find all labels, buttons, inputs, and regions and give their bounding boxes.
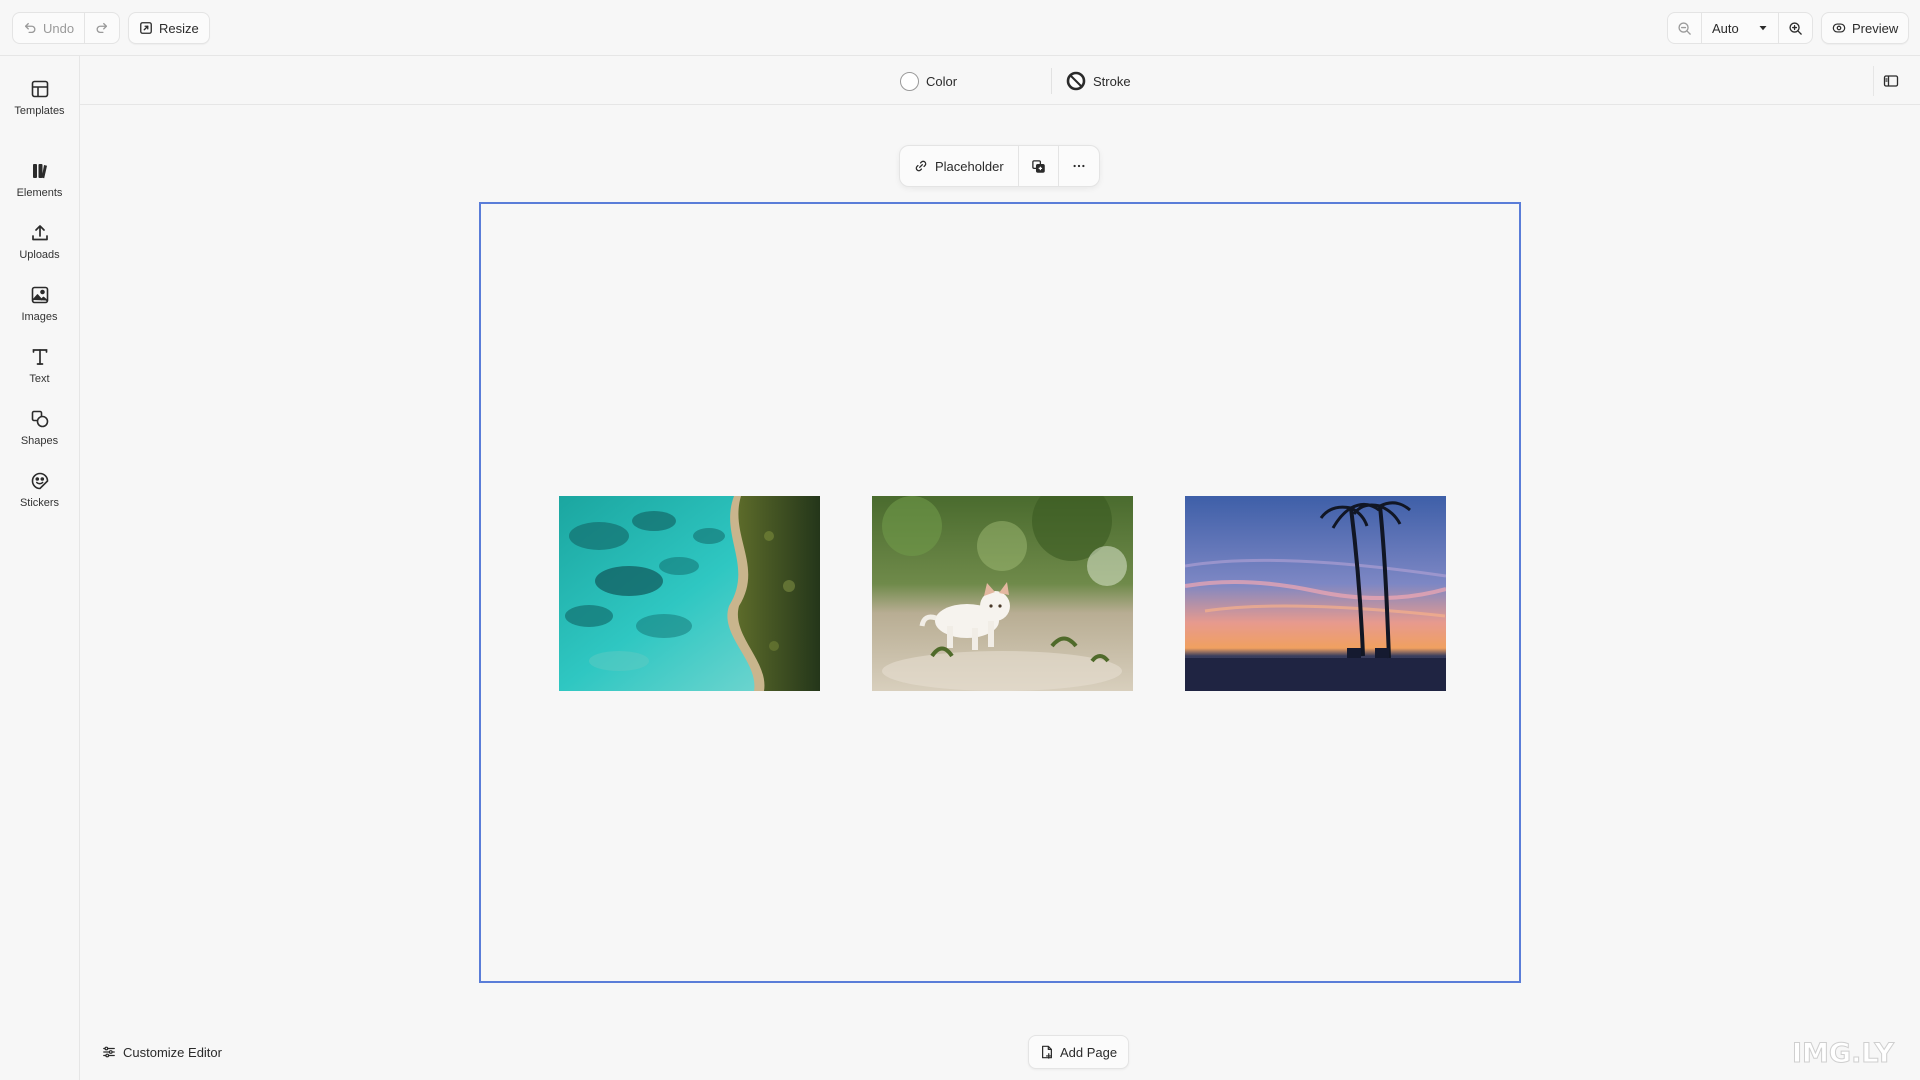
fill-color-control[interactable]: Color [894, 66, 963, 96]
undo-button[interactable]: Undo [13, 13, 84, 43]
sidebar-item-uploads[interactable]: Uploads [4, 214, 75, 270]
sticker-icon [31, 472, 48, 490]
templates-icon [31, 80, 48, 98]
preview-button[interactable]: Preview [1821, 12, 1910, 44]
selection-toolbar: Placeholder [899, 145, 1100, 187]
chevron-down-icon [1759, 26, 1767, 31]
undo-icon [24, 22, 36, 34]
white-kitten-photo[interactable] [872, 496, 1133, 691]
sidebar-item-shapes[interactable]: Shapes [4, 400, 75, 456]
placeholder-label: Placeholder [935, 158, 1004, 174]
aerial-coast-photo[interactable] [559, 496, 820, 691]
aerial-coast-image [559, 496, 820, 691]
eye-icon [1832, 23, 1846, 33]
sidebar-item-text[interactable]: Text [4, 338, 75, 394]
shapes-icon [31, 410, 48, 428]
palm-sunset-image [1185, 496, 1446, 691]
sidebar-item-label: Templates [14, 105, 65, 117]
redo-icon [96, 22, 108, 34]
add-page-button[interactable]: Add Page [1028, 1035, 1130, 1069]
sidebar-item-label: Shapes [20, 435, 59, 447]
zoom-out-button[interactable] [1668, 13, 1701, 43]
elements-icon [32, 164, 47, 179]
add-page-icon [1042, 1045, 1052, 1059]
top-bar: Undo Resize Auto Preview [0, 0, 1920, 56]
stroke-disabled-icon [1066, 71, 1086, 91]
sidebar-item-templates[interactable]: Templates [4, 70, 75, 126]
redo-button[interactable] [84, 13, 119, 43]
placeholder-button[interactable]: Placeholder [900, 146, 1018, 186]
design-page[interactable] [479, 202, 1521, 983]
zoom-in-button[interactable] [1778, 13, 1812, 43]
duplicate-icon [1031, 159, 1045, 173]
zoom-controls: Auto [1667, 12, 1813, 44]
palm-sunset-photo[interactable] [1185, 496, 1446, 691]
duplicate-button[interactable] [1017, 146, 1058, 186]
image-icon [31, 286, 48, 304]
white-kitten-image [872, 496, 1133, 691]
upload-icon [31, 225, 48, 241]
resize-button[interactable]: Resize [128, 12, 210, 44]
color-swatch [900, 71, 919, 91]
color-label: Color [926, 73, 958, 89]
toolbar-divider [1051, 68, 1052, 94]
preview-label: Preview [1852, 20, 1899, 36]
zoom-out-icon [1678, 21, 1691, 35]
sidebar-item-label: Stickers [19, 497, 60, 509]
stroke-label: Stroke [1093, 73, 1131, 89]
brand-logo-text: IMG.LY [1792, 1038, 1894, 1069]
inspector-panel-toggle[interactable] [1873, 66, 1907, 96]
inspector-bar: Color Stroke [80, 56, 1920, 105]
link-icon [915, 160, 927, 172]
customize-editor-label: Customize Editor [123, 1044, 222, 1060]
stroke-control[interactable]: Stroke [1060, 66, 1137, 96]
history-controls: Undo [12, 12, 121, 44]
undo-label: Undo [43, 20, 75, 36]
zoom-in-icon [1789, 21, 1802, 35]
text-icon [32, 349, 47, 365]
imgly-logo: IMG.LY [1792, 1038, 1895, 1070]
sidebar-item-label: Text [29, 373, 50, 385]
sidebar-item-label: Elements [16, 187, 63, 199]
resize-label: Resize [159, 20, 199, 36]
sidebar-item-stickers[interactable]: Stickers [4, 462, 75, 518]
zoom-level-select[interactable]: Auto [1701, 13, 1778, 43]
sidebar-item-label: Uploads [19, 249, 60, 261]
sidebar-item-elements[interactable]: Elements [4, 152, 75, 208]
sidebar-item-label: Images [21, 311, 58, 323]
more-horizontal-icon [1073, 164, 1085, 168]
more-options-button[interactable] [1057, 146, 1099, 186]
customize-editor-button[interactable]: Customize Editor [102, 1041, 222, 1063]
sidebar-item-images[interactable]: Images [4, 276, 75, 332]
add-page-label: Add Page [1060, 1044, 1118, 1060]
sidebar-panel-icon [1883, 75, 1898, 87]
resize-icon [140, 22, 152, 34]
asset-library-rail: Templates Elements Uploads Images Text S… [0, 56, 80, 1080]
zoom-level-value: Auto [1712, 20, 1739, 36]
settings-sliders-icon [103, 1046, 115, 1058]
